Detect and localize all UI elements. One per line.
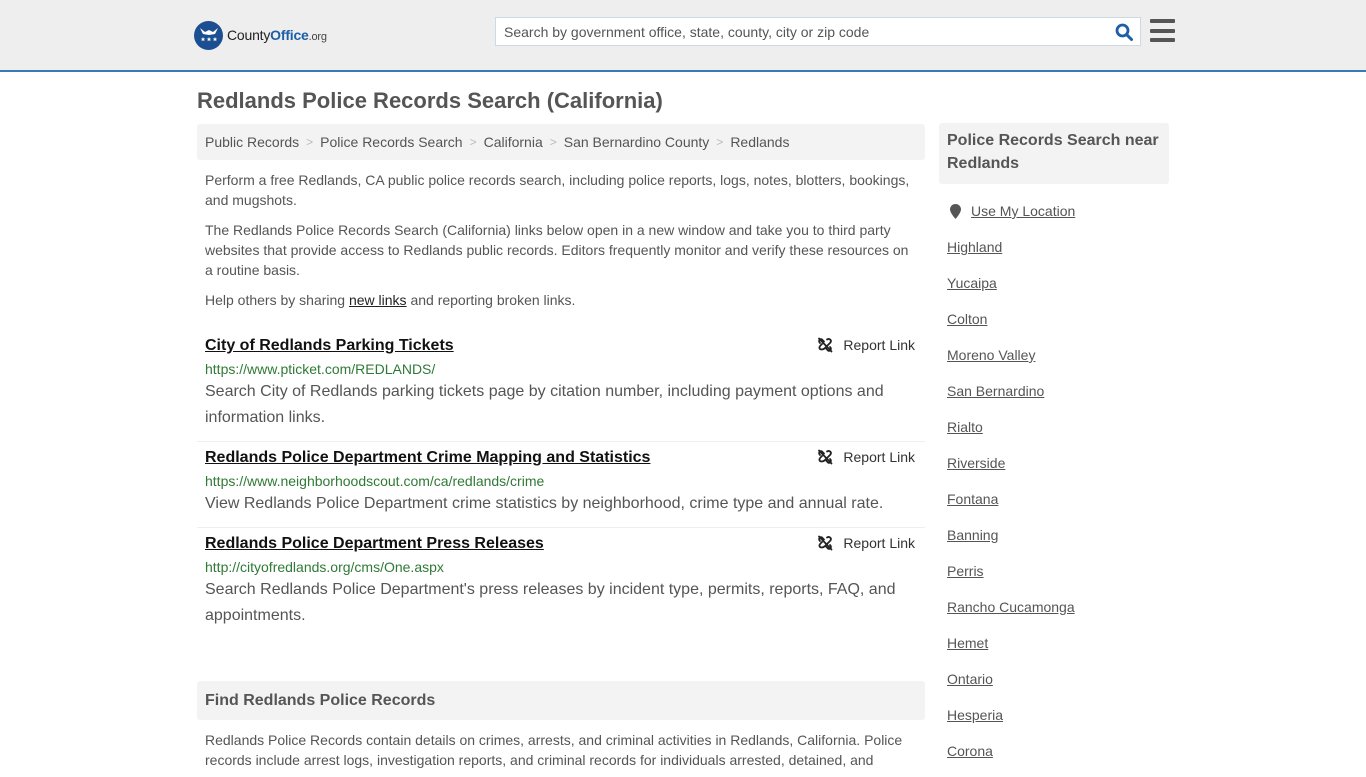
- city-link[interactable]: Riverside: [947, 453, 1005, 473]
- sidebar-item-corona: Corona: [947, 741, 1161, 777]
- report-link-button[interactable]: Report Link: [817, 449, 915, 465]
- city-link[interactable]: Yucaipa: [947, 273, 997, 293]
- eagle-stars-logo-icon: [194, 20, 223, 50]
- breadcrumb-police-records-search[interactable]: Police Records Search: [320, 134, 462, 150]
- logo-text-office: Office: [270, 27, 309, 43]
- sidebar-item-rialto: Rialto: [947, 417, 1161, 453]
- report-link-label: Report Link: [843, 535, 915, 551]
- city-link[interactable]: Perris: [947, 561, 984, 581]
- new-links-link[interactable]: new links: [349, 292, 407, 308]
- breadcrumb-san-bernardino-county[interactable]: San Bernardino County: [564, 134, 710, 150]
- resource-link-description: Search City of Redlands parking tickets …: [205, 383, 884, 426]
- sidebar-item-san-bernardino: San Bernardino: [947, 381, 1161, 417]
- resource-links-list: City of Redlands Parking Tickets https:/…: [197, 330, 925, 639]
- site-header: CountyOffice.org: [0, 0, 1366, 72]
- city-link[interactable]: Rancho Cucamonga: [947, 597, 1075, 617]
- city-link[interactable]: Hesperia: [947, 705, 1003, 725]
- nearby-cities-list: Use My Location Highland Yucaipa Colton …: [939, 201, 1169, 777]
- sidebar-item-banning: Banning: [947, 525, 1161, 561]
- breadcrumb-separator: >: [306, 135, 314, 149]
- city-link[interactable]: Hemet: [947, 633, 988, 653]
- resource-link-description: View Redlands Police Department crime st…: [205, 495, 884, 512]
- breadcrumb-public-records[interactable]: Public Records: [205, 134, 299, 150]
- city-link[interactable]: Highland: [947, 237, 1002, 257]
- use-location-item: Use My Location: [947, 201, 1161, 237]
- use-my-location-link[interactable]: Use My Location: [971, 201, 1075, 221]
- breadcrumb-redlands[interactable]: Redlands: [730, 134, 789, 150]
- search-input[interactable]: [496, 18, 1108, 45]
- city-link[interactable]: Fontana: [947, 489, 998, 509]
- sidebar-item-yucaipa: Yucaipa: [947, 273, 1161, 309]
- sidebar-item-colton: Colton: [947, 309, 1161, 345]
- search-icon: [1115, 23, 1133, 41]
- report-link-label: Report Link: [843, 337, 915, 353]
- city-link[interactable]: Corona: [947, 741, 993, 761]
- sidebar-heading: Police Records Search near Redlands: [939, 123, 1169, 184]
- main-content: Public Records > Police Records Search >…: [197, 124, 925, 770]
- resource-link-url: https://www.pticket.com/REDLANDS/: [205, 361, 436, 377]
- logo-wordmark: CountyOffice.org: [227, 27, 327, 43]
- sidebar-item-hesperia: Hesperia: [947, 705, 1161, 741]
- breadcrumb-separator: >: [469, 135, 477, 149]
- resource-link-item: City of Redlands Parking Tickets https:/…: [197, 330, 925, 442]
- sidebar-item-moreno-valley: Moreno Valley: [947, 345, 1161, 381]
- logo-text-org: .org: [308, 31, 327, 43]
- breadcrumb-separator: >: [716, 135, 724, 149]
- broken-link-icon: [818, 449, 833, 465]
- find-records-heading: Find Redlands Police Records: [197, 681, 925, 720]
- resource-link-url: https://www.neighborhoodscout.com/ca/red…: [205, 473, 545, 489]
- menu-bar: [1150, 38, 1175, 42]
- resource-link-title[interactable]: Redlands Police Department Press Release…: [205, 534, 544, 554]
- city-link[interactable]: Banning: [947, 525, 998, 545]
- map-pin-icon: [950, 204, 961, 219]
- page-title: Redlands Police Records Search (Californ…: [197, 88, 663, 113]
- report-link-button[interactable]: Report Link: [817, 535, 915, 551]
- intro-text-after: and reporting broken links.: [406, 292, 576, 308]
- city-link[interactable]: Ontario: [947, 669, 993, 689]
- intro-text: Perform a free Redlands, CA public polic…: [197, 170, 925, 310]
- resource-link-item: Redlands Police Department Crime Mapping…: [197, 442, 925, 528]
- resource-link-title[interactable]: Redlands Police Department Crime Mapping…: [205, 448, 650, 468]
- resource-link-url: http://cityofredlands.org/cms/One.aspx: [205, 559, 444, 575]
- sidebar-item-perris: Perris: [947, 561, 1161, 597]
- intro-paragraph-1: Perform a free Redlands, CA public polic…: [205, 172, 910, 208]
- report-link-label: Report Link: [843, 449, 915, 465]
- resource-link-item: Redlands Police Department Press Release…: [197, 528, 925, 639]
- resource-link-title[interactable]: City of Redlands Parking Tickets: [205, 336, 454, 356]
- site-logo[interactable]: CountyOffice.org: [194, 20, 327, 50]
- broken-link-icon: [818, 337, 833, 353]
- nearby-sidebar: Police Records Search near Redlands Use …: [939, 123, 1169, 777]
- logo-text-county: County: [227, 27, 271, 43]
- sidebar-item-hemet: Hemet: [947, 633, 1161, 669]
- report-link-button[interactable]: Report Link: [817, 337, 915, 353]
- intro-text-before: Help others by sharing: [205, 292, 349, 308]
- sidebar-item-riverside: Riverside: [947, 453, 1161, 489]
- hamburger-menu-icon[interactable]: [1150, 19, 1175, 42]
- intro-paragraph-3: Help others by sharing new links and rep…: [197, 290, 925, 310]
- city-link[interactable]: San Bernardino: [947, 381, 1044, 401]
- sidebar-item-fontana: Fontana: [947, 489, 1161, 525]
- broken-link-icon: [818, 535, 833, 551]
- search-button[interactable]: [1108, 18, 1140, 45]
- city-link[interactable]: Rialto: [947, 417, 983, 437]
- breadcrumb: Public Records > Police Records Search >…: [197, 124, 925, 160]
- sidebar-item-rancho-cucamonga: Rancho Cucamonga: [947, 597, 1161, 633]
- city-link[interactable]: Moreno Valley: [947, 345, 1035, 365]
- sidebar-item-ontario: Ontario: [947, 669, 1161, 705]
- menu-bar: [1150, 19, 1175, 23]
- search-bar: [495, 17, 1141, 46]
- find-records-text: Redlands Police Records contain details …: [205, 732, 903, 768]
- breadcrumb-california[interactable]: California: [484, 134, 543, 150]
- sidebar-item-highland: Highland: [947, 237, 1161, 273]
- menu-bar: [1150, 28, 1175, 33]
- breadcrumb-separator: >: [549, 135, 557, 149]
- resource-link-description: Search Redlands Police Department's pres…: [205, 581, 896, 624]
- intro-paragraph-2: The Redlands Police Records Search (Cali…: [205, 222, 909, 278]
- city-link[interactable]: Colton: [947, 309, 987, 329]
